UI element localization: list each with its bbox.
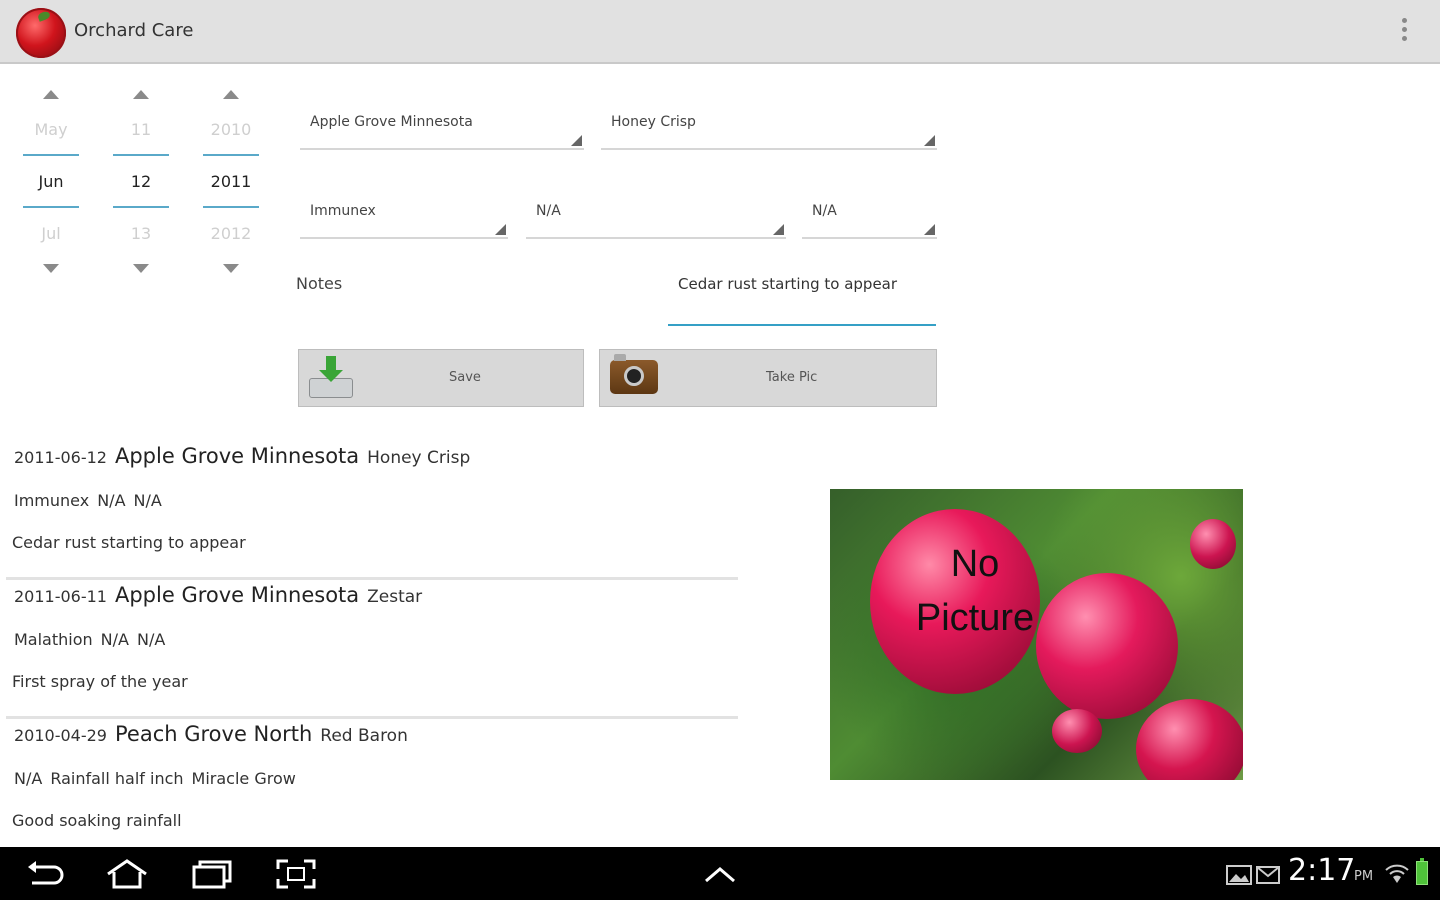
- recent-apps-icon[interactable]: [192, 859, 232, 889]
- entry-location: Peach Grove North: [114, 722, 313, 746]
- picker-divider: [113, 154, 169, 156]
- day-increment-arrow-up-icon[interactable]: [133, 90, 149, 99]
- entry-header: 2011-06-11 Apple Grove Minnesota Zestar: [14, 583, 422, 607]
- entry-treatment-1: N/A: [14, 769, 43, 788]
- entry-treatment-3: Miracle Grow: [191, 769, 296, 788]
- home-icon[interactable]: [104, 859, 150, 889]
- entry-treatment-1: Malathion: [14, 630, 93, 649]
- entry-treatments: Immunex N/A N/A: [14, 491, 170, 510]
- variety-spinner[interactable]: Honey Crisp: [601, 114, 937, 150]
- app-logo-icon[interactable]: [16, 8, 66, 58]
- month-picker[interactable]: May Jun Jul: [23, 82, 79, 282]
- entry-variety: Zestar: [367, 587, 423, 607]
- entry-header: 2010-04-29 Peach Grove North Red Baron: [14, 722, 408, 746]
- entry-notes: Good soaking rainfall: [12, 811, 182, 830]
- spinner-dropdown-icon: [571, 135, 582, 146]
- status-clock: 2:17: [1288, 853, 1356, 888]
- entry-treatments: N/A Rainfall half inch Miracle Grow: [14, 769, 304, 788]
- picker-divider: [23, 206, 79, 208]
- notes-input[interactable]: Cedar rust starting to appear: [668, 270, 936, 326]
- picker-divider: [23, 154, 79, 156]
- take-pic-button[interactable]: Take Pic: [599, 349, 937, 407]
- entry-treatment-3: N/A: [136, 630, 166, 649]
- mail-icon: [1256, 866, 1280, 884]
- save-icon: [309, 356, 353, 398]
- spinner-dropdown-icon: [924, 135, 935, 146]
- month-next[interactable]: Jul: [23, 224, 79, 243]
- treatment-3-value: N/A: [812, 203, 837, 219]
- up-chevron-icon[interactable]: [702, 859, 738, 889]
- month-prev[interactable]: May: [23, 120, 79, 139]
- month-decrement-arrow-down-icon[interactable]: [43, 264, 59, 273]
- year-current[interactable]: 2011: [203, 172, 259, 191]
- entry-treatment-1: Immunex: [14, 491, 90, 510]
- month-current[interactable]: Jun: [23, 172, 79, 191]
- save-button-label: Save: [449, 370, 481, 385]
- year-next[interactable]: 2012: [203, 224, 259, 243]
- entry-treatment-3: N/A: [133, 491, 162, 510]
- notes-label: Notes: [296, 274, 343, 293]
- back-icon[interactable]: [24, 859, 64, 889]
- system-navigation-bar: 2:17 PM: [0, 847, 1440, 900]
- day-prev[interactable]: 11: [113, 120, 169, 139]
- spinner-dropdown-icon: [924, 224, 935, 235]
- entry-header: 2011-06-12 Apple Grove Minnesota Honey Cri…: [14, 444, 470, 468]
- treatment-1-value: Immunex: [310, 203, 376, 219]
- year-prev[interactable]: 2010: [203, 120, 259, 139]
- year-increment-arrow-up-icon[interactable]: [223, 90, 239, 99]
- take-pic-button-label: Take Pic: [766, 370, 818, 385]
- entry-date: 2011-06-11: [14, 587, 107, 606]
- entry-treatment-2: Rainfall half inch: [50, 769, 184, 788]
- treatment-3-spinner[interactable]: N/A: [802, 203, 937, 239]
- treatment-2-spinner[interactable]: N/A: [526, 203, 786, 239]
- save-button[interactable]: Save: [298, 349, 584, 407]
- entry-notes: First spray of the year: [12, 672, 188, 691]
- location-value: Apple Grove Minnesota: [310, 114, 473, 130]
- no-picture-label: No Picture: [915, 543, 1035, 639]
- entry-picture[interactable]: No Picture: [830, 489, 1243, 780]
- treatment-1-spinner[interactable]: Immunex: [300, 203, 508, 239]
- camera-icon: [610, 354, 658, 394]
- entry-treatments: Malathion N/A N/A: [14, 630, 173, 649]
- entry-date: 2011-06-12: [14, 448, 107, 467]
- variety-value: Honey Crisp: [611, 114, 696, 130]
- treatment-2-value: N/A: [536, 203, 561, 219]
- entry-location: Apple Grove Minnesota: [114, 583, 360, 607]
- entry-notes: Cedar rust starting to appear: [12, 533, 246, 552]
- picker-divider: [203, 206, 259, 208]
- entry-variety: Honey Crisp: [367, 448, 471, 468]
- screenshot-icon[interactable]: [276, 859, 316, 889]
- day-current[interactable]: 12: [113, 172, 169, 191]
- list-item[interactable]: 2011-06-11 Apple Grove Minnesota Zestar Ma…: [6, 583, 738, 719]
- battery-icon: [1416, 858, 1428, 885]
- month-increment-arrow-up-icon[interactable]: [43, 90, 59, 99]
- year-picker[interactable]: 2010 2011 2012: [203, 82, 259, 282]
- picker-divider: [203, 154, 259, 156]
- day-decrement-arrow-down-icon[interactable]: [133, 264, 149, 273]
- day-next[interactable]: 13: [113, 224, 169, 243]
- entry-treatment-2: N/A: [100, 630, 129, 649]
- overflow-menu-icon[interactable]: [1396, 18, 1412, 46]
- entry-date: 2010-04-29: [14, 726, 107, 745]
- wifi-icon: [1385, 864, 1409, 883]
- year-decrement-arrow-down-icon[interactable]: [223, 264, 239, 273]
- entry-treatment-2: N/A: [97, 491, 126, 510]
- day-picker[interactable]: 11 12 13: [113, 82, 169, 282]
- app-title: Orchard Care: [74, 20, 194, 41]
- spinner-dropdown-icon: [773, 224, 784, 235]
- gallery-icon: [1226, 865, 1252, 885]
- status-ampm: PM: [1354, 869, 1374, 884]
- list-item[interactable]: 2010-04-29 Peach Grove North Red Baron N/A…: [6, 722, 738, 858]
- location-spinner[interactable]: Apple Grove Minnesota: [300, 114, 584, 150]
- entry-variety: Red Baron: [320, 726, 408, 746]
- entry-location: Apple Grove Minnesota: [114, 444, 360, 468]
- picker-divider: [113, 206, 169, 208]
- spinner-dropdown-icon: [495, 224, 506, 235]
- action-bar: Orchard Care: [0, 0, 1440, 64]
- list-item[interactable]: 2011-06-12 Apple Grove Minnesota Honey Cri…: [6, 444, 738, 580]
